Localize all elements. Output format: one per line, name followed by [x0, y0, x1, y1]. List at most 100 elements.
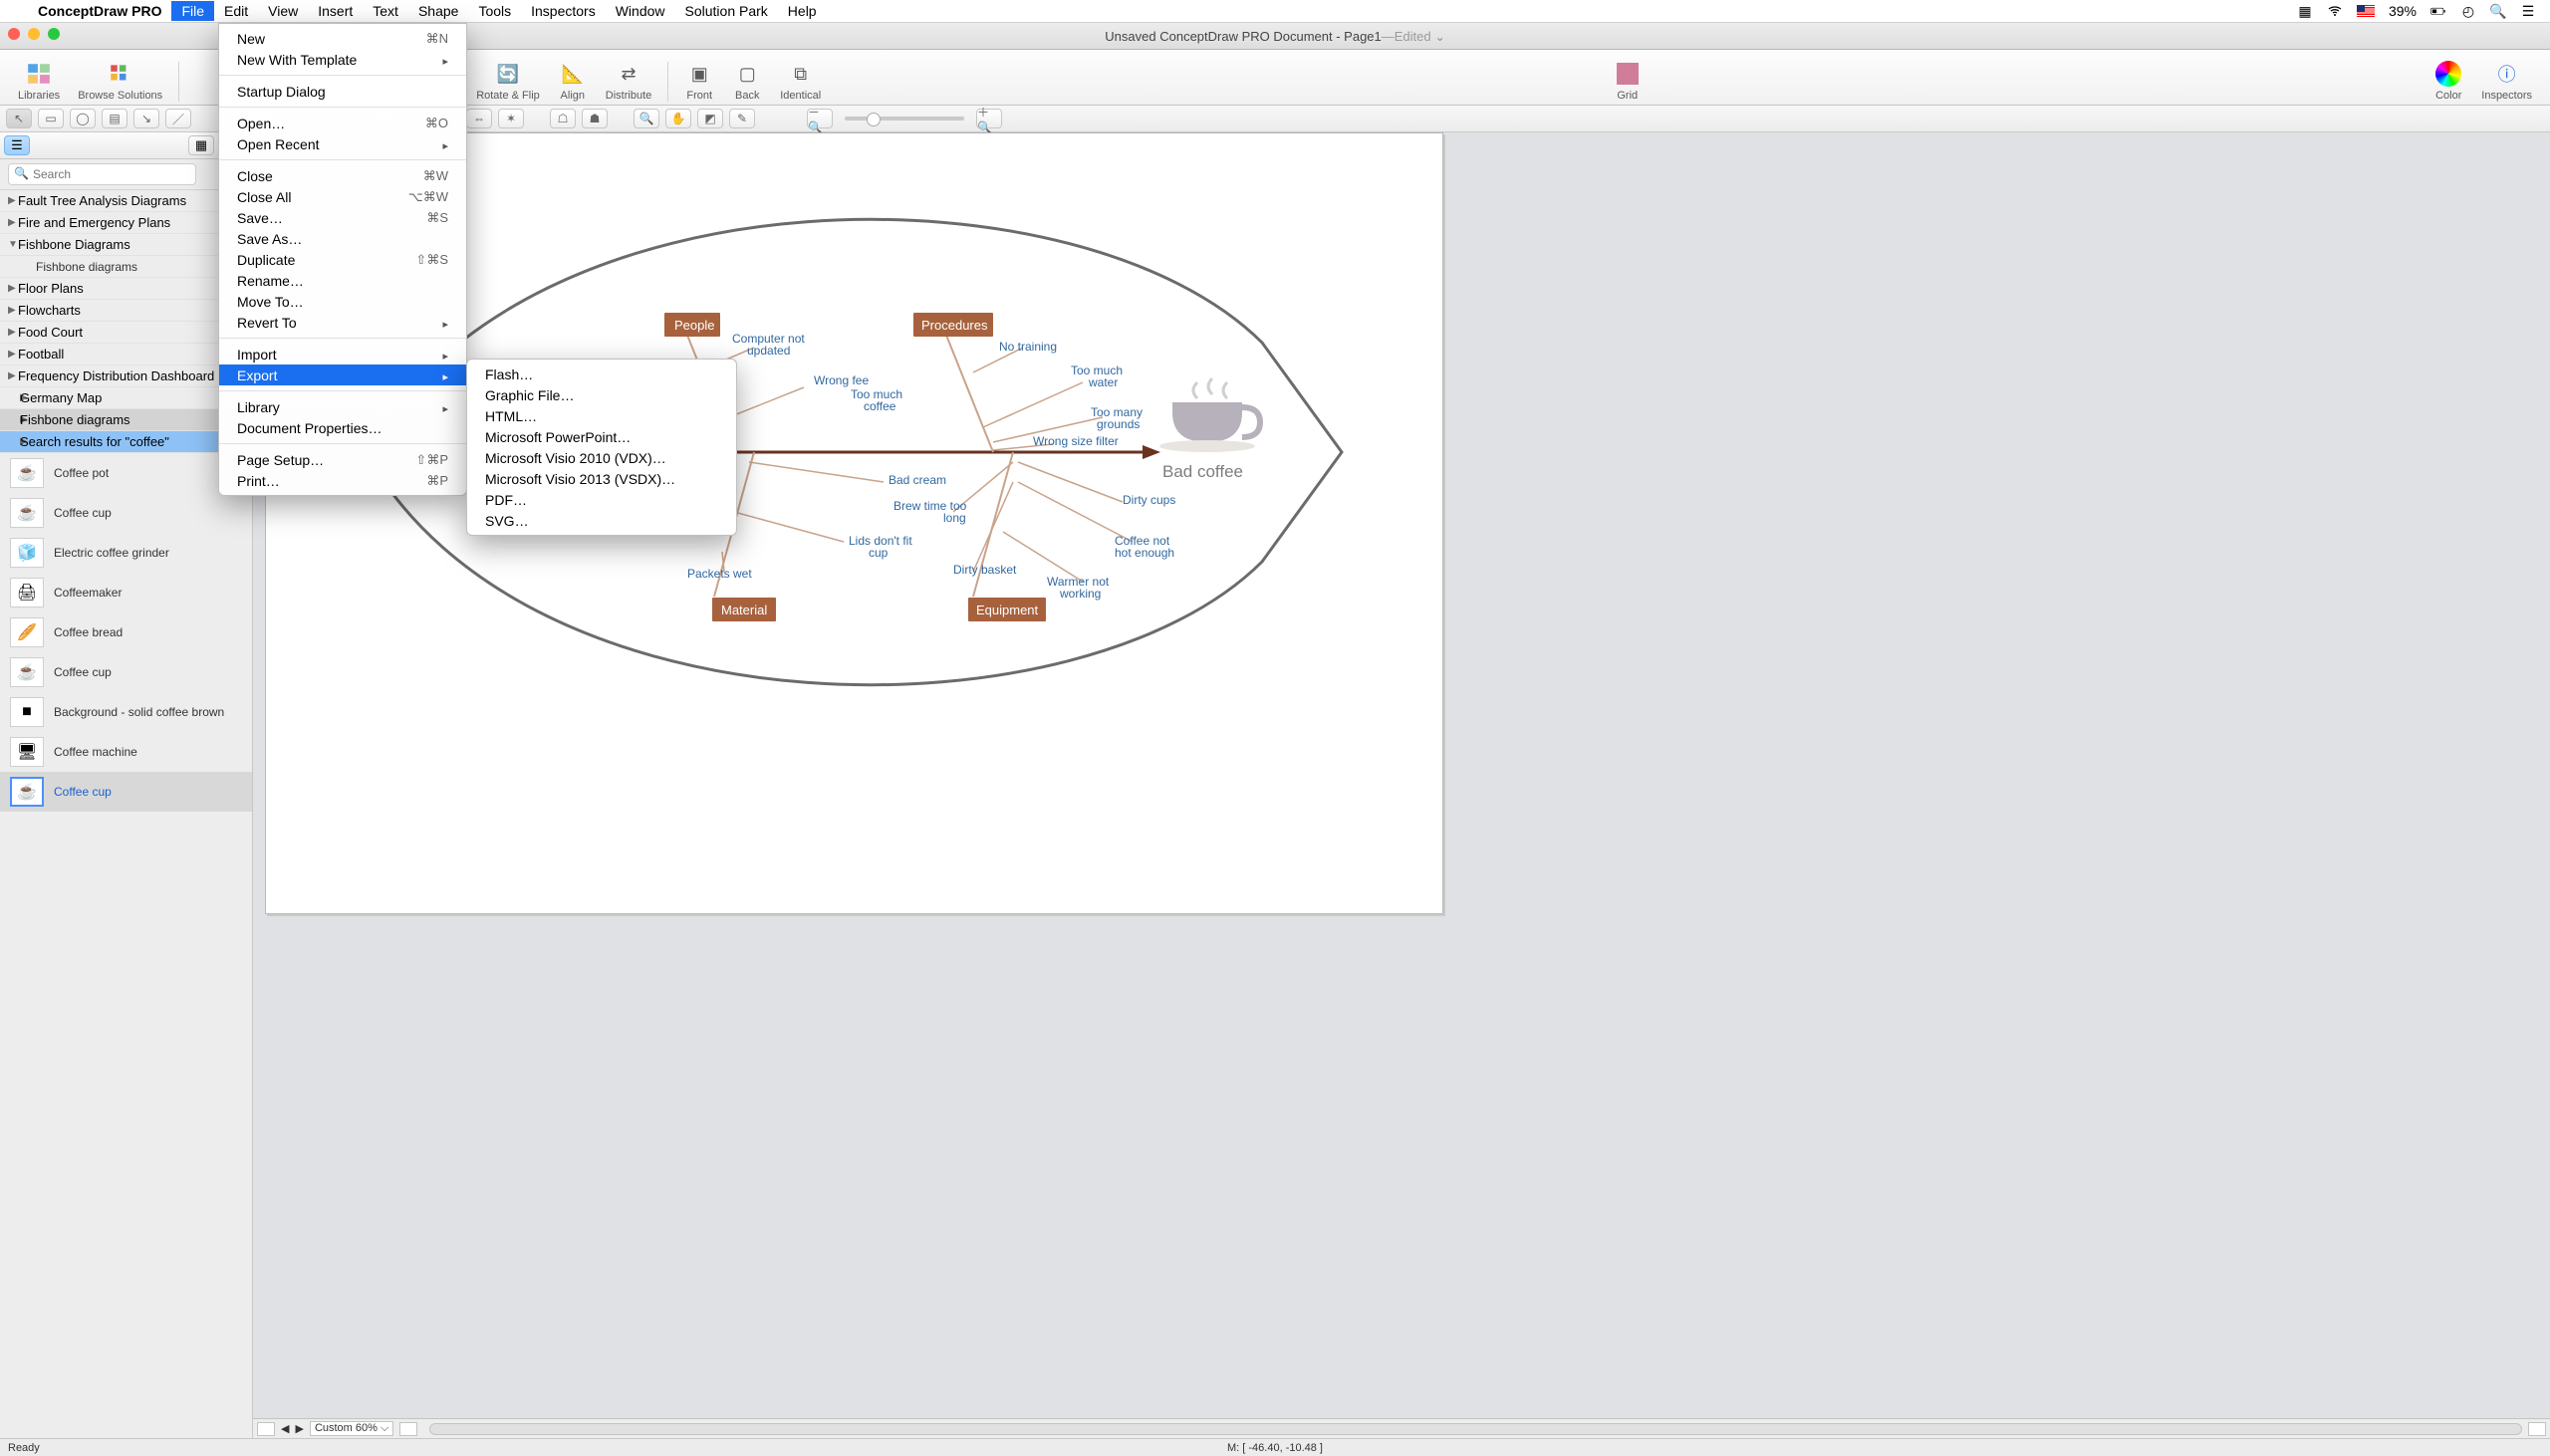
- menu-solution-park[interactable]: Solution Park: [675, 1, 778, 21]
- export-submenu[interactable]: Flash…Graphic File…HTML…Microsoft PowerP…: [466, 359, 737, 536]
- tree-tool[interactable]: ☗: [582, 109, 608, 128]
- shape-result-row[interactable]: ■Background - solid coffee brown: [0, 692, 252, 732]
- page-panel-toggle[interactable]: [257, 1422, 275, 1436]
- library-category[interactable]: Floor Plans: [0, 278, 252, 300]
- file-menu-item[interactable]: Library: [219, 396, 466, 417]
- front-button[interactable]: ▣ Front: [676, 60, 722, 102]
- disclosure-triangle-icon[interactable]: [8, 283, 18, 294]
- rect-tool[interactable]: ▭: [38, 109, 64, 128]
- disclosure-triangle-icon[interactable]: [8, 195, 18, 206]
- pointer-tool[interactable]: ↖: [6, 109, 32, 128]
- menu-inspectors[interactable]: Inspectors: [521, 1, 606, 21]
- disclosure-triangle-icon[interactable]: [8, 370, 18, 381]
- file-menu-item[interactable]: Import: [219, 344, 466, 364]
- back-button[interactable]: ▢ Back: [724, 60, 770, 102]
- spotlight-icon[interactable]: 🔍: [2490, 3, 2506, 19]
- file-menu-item[interactable]: Save…⌘S: [219, 207, 466, 228]
- window-minimize-button[interactable]: [28, 28, 40, 40]
- battery-icon[interactable]: [2430, 3, 2446, 19]
- library-view-grid-button[interactable]: ▦: [188, 135, 214, 155]
- export-submenu-item[interactable]: PDF…: [467, 489, 736, 510]
- file-menu-item[interactable]: New⌘N: [219, 28, 466, 49]
- library-category[interactable]: Food Court: [0, 322, 252, 344]
- identical-button[interactable]: ⧉ Identical: [772, 60, 829, 102]
- dimension-tool[interactable]: ⇔: [466, 109, 492, 128]
- shape-result-row[interactable]: 🧊Electric coffee grinder: [0, 533, 252, 573]
- spray-tool[interactable]: ✶: [498, 109, 524, 128]
- menu-shape[interactable]: Shape: [408, 1, 468, 21]
- library-category[interactable]: Fire and Emergency Plans: [0, 212, 252, 234]
- file-menu-item[interactable]: Open…⌘O: [219, 113, 466, 133]
- inspectors-button[interactable]: ⓘ Inspectors: [2473, 60, 2540, 102]
- input-source-flag-icon[interactable]: [2357, 5, 2375, 17]
- library-category[interactable]: Frequency Distribution Dashboard: [0, 365, 252, 387]
- menu-extras-icon[interactable]: ☰: [2520, 3, 2536, 19]
- file-menu-item[interactable]: Rename…: [219, 270, 466, 291]
- file-menu-item[interactable]: Close All⌥⌘W: [219, 186, 466, 207]
- shape-result-row[interactable]: ☕Coffee pot: [0, 453, 252, 493]
- export-submenu-item[interactable]: HTML…: [467, 405, 736, 426]
- library-category[interactable]: Flowcharts: [0, 300, 252, 322]
- menu-edit[interactable]: Edit: [214, 1, 258, 21]
- file-menu-item[interactable]: Startup Dialog: [219, 81, 466, 102]
- rotate-flip-button[interactable]: 🔄 Rotate & Flip: [468, 60, 548, 102]
- shape-result-row[interactable]: 🖨Coffeemaker: [0, 573, 252, 612]
- file-menu-dropdown[interactable]: New⌘NNew With TemplateStartup DialogOpen…: [218, 23, 467, 496]
- wifi-icon[interactable]: [2327, 3, 2343, 19]
- library-tree[interactable]: Fault Tree Analysis DiagramsFire and Eme…: [0, 190, 252, 453]
- file-menu-item[interactable]: Open Recent: [219, 133, 466, 154]
- library-category[interactable]: Germany Map: [0, 387, 252, 409]
- zoom-tool[interactable]: 🔍: [634, 109, 659, 128]
- file-menu-item[interactable]: Print…⌘P: [219, 470, 466, 491]
- shape-result-row[interactable]: ☕Coffee cup: [0, 652, 252, 692]
- library-open-item[interactable]: Fishbone diagrams: [0, 409, 252, 431]
- menu-tools[interactable]: Tools: [468, 1, 521, 21]
- file-menu-item[interactable]: Export: [219, 364, 466, 385]
- grid-button[interactable]: Grid: [1605, 60, 1651, 102]
- horizontal-scrollbar[interactable]: [429, 1423, 2522, 1435]
- grid-status-icon[interactable]: ▦: [2297, 3, 2313, 19]
- file-menu-item[interactable]: Duplicate⇧⌘S: [219, 249, 466, 270]
- file-menu-item[interactable]: Save As…: [219, 228, 466, 249]
- page-nav-prev[interactable]: ◀: [281, 1422, 289, 1435]
- page-thumb[interactable]: [399, 1422, 417, 1436]
- library-category[interactable]: Fault Tree Analysis Diagrams: [0, 190, 252, 212]
- library-view-list-button[interactable]: ☰: [4, 135, 30, 155]
- export-submenu-item[interactable]: SVG…: [467, 510, 736, 531]
- zoom-readout[interactable]: Custom 60% ⌵: [310, 1421, 393, 1436]
- align-button[interactable]: 📐 Align: [550, 60, 596, 102]
- canvas-viewport[interactable]: Bad coffee: [253, 132, 2550, 1418]
- shape-result-row[interactable]: 🖥Coffee machine: [0, 732, 252, 772]
- disclosure-triangle-icon[interactable]: [8, 217, 18, 228]
- connector-tool[interactable]: ↘: [133, 109, 159, 128]
- menu-file[interactable]: File: [171, 1, 214, 21]
- distribute-button[interactable]: ⇄ Distribute: [598, 60, 659, 102]
- window-zoom-button[interactable]: [48, 28, 60, 40]
- color-button[interactable]: Color: [2425, 60, 2471, 102]
- chain-tool[interactable]: ☖: [550, 109, 576, 128]
- shape-results-list[interactable]: ☕Coffee pot ☕Coffee cup 🧊Electric coffee g…: [0, 453, 252, 1438]
- hand-tool[interactable]: ✋: [665, 109, 691, 128]
- shape-result-row[interactable]: 🥖Coffee bread: [0, 612, 252, 652]
- export-submenu-item[interactable]: Microsoft Visio 2013 (VSDX)…: [467, 468, 736, 489]
- disclosure-triangle-icon[interactable]: [8, 305, 18, 316]
- text-tool[interactable]: ▤: [102, 109, 128, 128]
- library-search-input[interactable]: [8, 163, 196, 185]
- line-tool[interactable]: ／: [165, 109, 191, 128]
- library-search-results-header[interactable]: Search results for "coffee": [0, 431, 252, 453]
- file-menu-item[interactable]: Move To…: [219, 291, 466, 312]
- file-menu-item[interactable]: Close⌘W: [219, 165, 466, 186]
- crop-tool[interactable]: ◩: [697, 109, 723, 128]
- menu-view[interactable]: View: [258, 1, 308, 21]
- export-submenu-item[interactable]: Microsoft PowerPoint…: [467, 426, 736, 447]
- window-close-button[interactable]: [8, 28, 20, 40]
- browse-solutions-button[interactable]: Browse Solutions: [70, 60, 170, 102]
- file-menu-item[interactable]: Page Setup…⇧⌘P: [219, 449, 466, 470]
- zoom-slider[interactable]: [845, 117, 964, 121]
- library-subitem[interactable]: Fishbone diagrams: [0, 256, 252, 278]
- libraries-button[interactable]: Libraries: [10, 60, 68, 102]
- library-category[interactable]: Fishbone Diagrams: [0, 234, 252, 256]
- file-menu-item[interactable]: Revert To: [219, 312, 466, 333]
- disclosure-triangle-icon[interactable]: [8, 327, 18, 338]
- export-submenu-item[interactable]: Flash…: [467, 364, 736, 384]
